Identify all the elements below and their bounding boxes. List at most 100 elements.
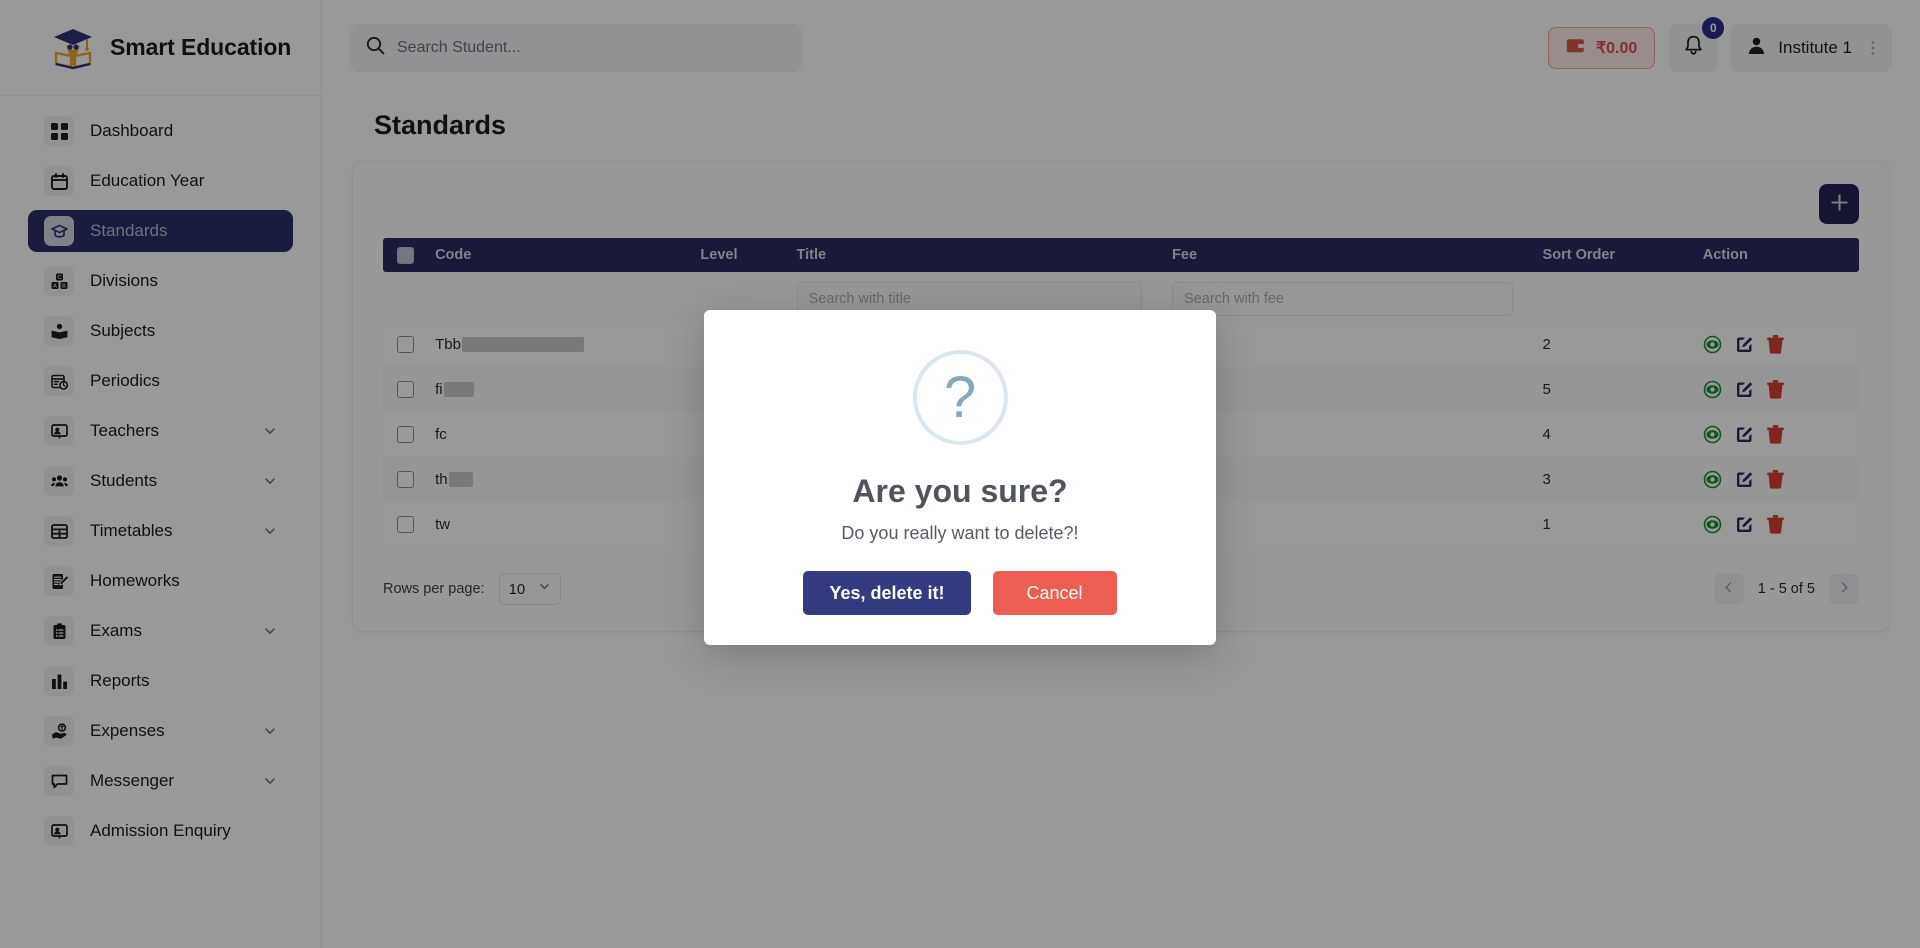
- view-icon[interactable]: [1703, 425, 1722, 444]
- row-checkbox[interactable]: [397, 381, 414, 399]
- sidebar-item-dashboard[interactable]: Dashboard: [28, 110, 293, 152]
- confirm-delete-button[interactable]: Yes, delete it!: [803, 571, 971, 615]
- column-header-title[interactable]: Title: [792, 238, 1169, 272]
- sidebar-item-exams[interactable]: Exams: [28, 610, 293, 652]
- chevron-down-icon[interactable]: [263, 424, 277, 438]
- sidebar-item-teachers[interactable]: Teachers: [28, 410, 293, 452]
- view-icon[interactable]: [1703, 470, 1722, 489]
- sidebar-item-expenses[interactable]: Expenses: [28, 710, 293, 752]
- sidebar-item-label: Homeworks: [90, 571, 180, 590]
- column-header-sort-order[interactable]: Sort Order: [1538, 238, 1699, 272]
- cell-fee: 0.00: [1168, 502, 1539, 547]
- kebab-menu-icon[interactable]: [1864, 39, 1882, 57]
- code-value: fc: [435, 426, 447, 443]
- cell-action: [1699, 367, 1859, 412]
- chevron-down-icon[interactable]: [263, 624, 277, 638]
- row-select-cell: [383, 457, 431, 502]
- table-header-row: Code Level Title Fee Sort Order Action: [383, 238, 1859, 272]
- sidebar-item-periodics[interactable]: Periodics: [28, 360, 293, 402]
- row-checkbox[interactable]: [397, 336, 414, 354]
- edit-icon[interactable]: [1735, 380, 1754, 399]
- page-title: Standards: [374, 110, 507, 140]
- chevron-down-icon[interactable]: [263, 474, 277, 488]
- cell-code: fi: [431, 367, 696, 412]
- edit-icon[interactable]: [1735, 515, 1754, 534]
- search-input[interactable]: [397, 39, 786, 57]
- view-icon[interactable]: [1703, 335, 1722, 354]
- row-checkbox[interactable]: [397, 516, 414, 534]
- open-book-icon: [44, 316, 74, 346]
- rows-per-page-select[interactable]: 10: [498, 573, 561, 605]
- sidebar-item-timetables[interactable]: Timetables: [28, 510, 293, 552]
- wallet-button[interactable]: ₹0.00: [1547, 27, 1656, 69]
- graduation-cap-icon: [44, 216, 74, 246]
- sidebar-item-label: Periodics: [90, 371, 160, 390]
- notification-badge: 0: [1702, 17, 1725, 39]
- row-checkbox[interactable]: [397, 471, 414, 489]
- previous-page-button[interactable]: [1713, 574, 1744, 604]
- delete-icon[interactable]: [1766, 380, 1784, 399]
- column-header-level[interactable]: Level: [696, 238, 793, 272]
- rows-per-page-label: Rows per page:: [383, 581, 485, 597]
- delete-icon[interactable]: [1766, 425, 1784, 444]
- fee-filter-input[interactable]: [1172, 282, 1513, 316]
- sidebar-item-label: Reports: [90, 671, 150, 690]
- sidebar-item-education-year[interactable]: Education Year: [28, 160, 293, 202]
- svg-text:B: B: [62, 283, 66, 289]
- delete-icon[interactable]: [1766, 335, 1784, 354]
- next-page-button[interactable]: [1829, 574, 1859, 604]
- sidebar-item-subjects[interactable]: Subjects: [28, 310, 293, 352]
- view-icon[interactable]: [1703, 380, 1722, 399]
- sidebar-item-homeworks[interactable]: Homeworks: [28, 560, 293, 602]
- cell-fee: 0.00: [1168, 322, 1539, 367]
- sidebar-item-students[interactable]: Students: [28, 460, 293, 502]
- sidebar-item-label: Teachers: [90, 421, 159, 440]
- rows-per-page-value: 10: [508, 580, 526, 598]
- sidebar-item-standards[interactable]: Standards: [28, 210, 293, 252]
- bar-chart-icon: [44, 666, 74, 696]
- sidebar-item-messenger[interactable]: Messenger: [28, 760, 293, 802]
- row-checkbox[interactable]: [397, 426, 414, 444]
- cell-action: [1699, 502, 1859, 547]
- table-head: Code Level Title Fee Sort Order Action: [383, 238, 1859, 272]
- avatar-icon: [1747, 36, 1766, 60]
- cell-code: th: [431, 457, 696, 502]
- edit-icon[interactable]: [1735, 425, 1754, 444]
- modal-message: Do you really want to delete?!: [841, 523, 1079, 543]
- select-all-checkbox[interactable]: [397, 246, 414, 264]
- schedule-clock-icon: [44, 366, 74, 396]
- svg-text:C: C: [57, 275, 61, 281]
- cell-code: Tbb: [431, 322, 696, 367]
- modal-title: Are you sure?: [852, 473, 1068, 509]
- edit-icon[interactable]: [1735, 335, 1754, 354]
- sidebar-item-reports[interactable]: Reports: [28, 660, 293, 702]
- sidebar-item-label: Divisions: [90, 271, 159, 290]
- chevron-down-icon[interactable]: [263, 524, 277, 538]
- notifications-button[interactable]: 0: [1669, 17, 1725, 72]
- column-header-code[interactable]: Code: [431, 238, 697, 272]
- redacted-text: [448, 472, 473, 487]
- sidebar-item-label: Subjects: [90, 321, 156, 340]
- filter-cell-sort: [1539, 272, 1699, 322]
- filter-cell-empty: [383, 272, 431, 322]
- column-header-fee[interactable]: Fee: [1168, 238, 1539, 272]
- sidebar-item-admission-enquiry[interactable]: Admission Enquiry: [28, 810, 293, 852]
- sidebar: Smart Education Dashboard Education Year…: [0, 0, 322, 948]
- chevron-down-icon[interactable]: [263, 774, 277, 788]
- cancel-button[interactable]: Cancel: [992, 571, 1117, 615]
- cell-code: fc: [431, 412, 696, 457]
- sidebar-item-label: Messenger: [90, 771, 175, 790]
- add-standard-button[interactable]: [1819, 184, 1859, 224]
- edit-icon[interactable]: [1735, 470, 1754, 489]
- pagination: 1 - 5 of 5: [1713, 574, 1859, 604]
- delete-icon[interactable]: [1766, 515, 1784, 534]
- delete-icon[interactable]: [1766, 470, 1784, 489]
- profile-menu[interactable]: Institute 1: [1731, 24, 1892, 72]
- chevron-down-icon[interactable]: [263, 724, 277, 738]
- view-icon[interactable]: [1703, 515, 1722, 534]
- plus-icon: [1830, 193, 1849, 215]
- cell-action: [1699, 457, 1859, 502]
- sidebar-item-divisions[interactable]: CAB Divisions: [28, 260, 293, 302]
- search-box[interactable]: [350, 24, 802, 72]
- sidebar-item-label: Expenses: [90, 721, 165, 740]
